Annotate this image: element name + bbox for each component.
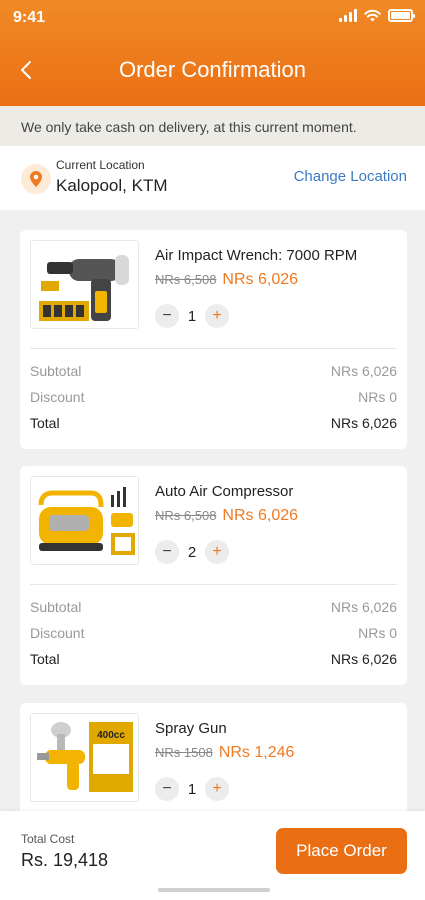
product-prices: NRs 6,508 NRs 6,026 <box>155 507 298 525</box>
divider <box>30 584 397 585</box>
status-icons <box>339 9 415 22</box>
cart-item-card: Air Impact Wrench: 7000 RPM NRs 6,508 NR… <box>20 230 407 449</box>
quantity-stepper: − 2 + <box>155 540 229 564</box>
cellular-signal-icon <box>339 9 357 22</box>
product-image <box>30 476 139 565</box>
status-time: 9:41 <box>13 9 46 26</box>
subtotal-value: NRs 6,026 <box>330 599 397 615</box>
plus-icon: + <box>212 543 222 560</box>
battery-icon <box>388 9 415 22</box>
total-row: Total NRs 6,026 <box>30 415 397 431</box>
product-name: Auto Air Compressor <box>155 483 294 500</box>
checkout-footer: Total Cost Rs. 19,418 Place Order <box>0 811 425 900</box>
subtotal-row: Subtotal NRs 6,026 <box>30 363 397 379</box>
discount-value: NRs 0 <box>358 389 397 405</box>
quantity-value: 1 <box>187 780 197 798</box>
discount-value: NRs 0 <box>358 625 397 641</box>
quantity-stepper: − 1 + <box>155 777 229 801</box>
divider <box>30 348 397 349</box>
quantity-stepper: − 1 + <box>155 304 229 328</box>
location-bar: Current Location Kalopool, KTM Change Lo… <box>0 146 425 210</box>
status-bar: 9:41 <box>0 0 425 34</box>
total-label: Total <box>30 651 60 667</box>
discount-label: Discount <box>30 625 85 641</box>
increase-quantity-button[interactable]: + <box>205 540 229 564</box>
increase-quantity-button[interactable]: + <box>205 304 229 328</box>
total-row: Total NRs 6,026 <box>30 651 397 667</box>
plus-icon: + <box>212 307 222 324</box>
minus-icon: − <box>162 543 172 560</box>
place-order-button[interactable]: Place Order <box>276 828 407 874</box>
product-prices: NRs 6,508 NRs 6,026 <box>155 271 298 289</box>
increase-quantity-button[interactable]: + <box>205 777 229 801</box>
product-name: Spray Gun <box>155 720 227 737</box>
payment-notice: We only take cash on delivery, at this c… <box>0 106 425 146</box>
discount-row: Discount NRs 0 <box>30 625 397 641</box>
decrease-quantity-button[interactable]: − <box>155 777 179 801</box>
total-value: NRs 6,026 <box>330 651 397 667</box>
location-label: Current Location <box>56 158 145 172</box>
plus-icon: + <box>212 780 222 797</box>
total-cost-label: Total Cost <box>21 832 75 846</box>
total-label: Total <box>30 415 60 431</box>
subtotal-row: Subtotal NRs 6,026 <box>30 599 397 615</box>
discounted-price: NRs 6,026 <box>222 507 299 524</box>
capacity-label: 400cc <box>97 730 125 741</box>
page-title: Order Confirmation <box>118 57 307 82</box>
location-value: Kalopool, KTM <box>56 176 168 195</box>
total-cost-value: Rs. 19,418 <box>21 850 109 870</box>
original-price: NRs 1508 <box>155 745 213 760</box>
quantity-value: 1 <box>187 307 197 325</box>
cart-item-card: Auto Air Compressor NRs 6,508 NRs 6,026 … <box>20 466 407 685</box>
product-image: 400cc <box>30 713 139 802</box>
subtotal-label: Subtotal <box>30 599 82 615</box>
minus-icon: − <box>162 780 172 797</box>
product-name: Air Impact Wrench: 7000 RPM <box>155 247 358 264</box>
total-value: NRs 6,026 <box>330 415 397 431</box>
location-pin-icon <box>21 164 51 194</box>
quantity-value: 2 <box>187 543 197 561</box>
discounted-price: NRs 1,246 <box>218 744 295 761</box>
product-prices: NRs 1508 NRs 1,246 <box>155 744 294 762</box>
decrease-quantity-button[interactable]: − <box>155 540 179 564</box>
app-header: 9:41 Order Confirmation <box>0 0 425 106</box>
discount-row: Discount NRs 0 <box>30 389 397 405</box>
subtotal-label: Subtotal <box>30 363 82 379</box>
discount-label: Discount <box>30 389 85 405</box>
original-price: NRs 6,508 <box>155 272 217 287</box>
home-indicator[interactable] <box>158 888 270 892</box>
original-price: NRs 6,508 <box>155 508 217 523</box>
subtotal-value: NRs 6,026 <box>330 363 397 379</box>
minus-icon: − <box>162 307 172 324</box>
product-image <box>30 240 139 329</box>
decrease-quantity-button[interactable]: − <box>155 304 179 328</box>
discounted-price: NRs 6,026 <box>222 271 299 288</box>
wifi-icon <box>364 9 381 22</box>
change-location-link[interactable]: Change Location <box>294 168 407 185</box>
